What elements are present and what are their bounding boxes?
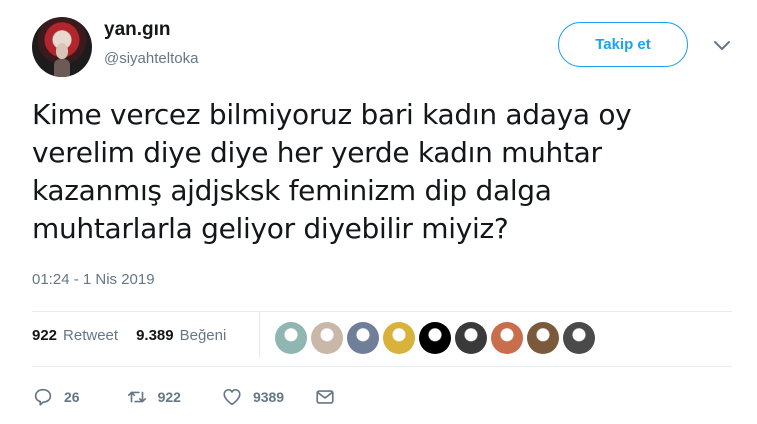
tweet-text: Kime vercez bilmiyoruz bari kadın adaya …: [32, 96, 722, 248]
like-label[interactable]: Beğeni: [180, 327, 227, 344]
action-bar: 26 922 9389: [32, 386, 336, 408]
retweet-icon: [127, 391, 146, 403]
tweet-line: kazanmış ajdjsksk feminizm dip dalga: [32, 174, 552, 207]
heart-icon: [223, 389, 241, 406]
liker-avatar[interactable]: [347, 322, 379, 354]
direct-message-button[interactable]: [314, 386, 336, 408]
tweet-line: Kime vercez bilmiyoruz bari kadın adaya …: [32, 98, 632, 131]
divider: [32, 366, 732, 367]
liker-avatar[interactable]: [311, 322, 343, 354]
user-handle[interactable]: @siyahteltoka: [104, 50, 198, 67]
liker-avatar[interactable]: [491, 322, 523, 354]
liker-avatar[interactable]: [563, 322, 595, 354]
like-button[interactable]: 9389: [221, 386, 284, 408]
liker-avatar[interactable]: [455, 322, 487, 354]
retweet-count[interactable]: 922: [32, 327, 57, 344]
like-action-count: 9389: [252, 389, 285, 405]
avatar-face: [56, 43, 68, 59]
divider: [32, 311, 732, 312]
tweet-line: muhtarlarla geliyor diyebilir miyiz?: [32, 212, 509, 245]
liker-avatar[interactable]: [527, 322, 559, 354]
avatar-neck: [54, 59, 70, 77]
stats-separator: [259, 312, 260, 358]
chevron-down-icon[interactable]: [712, 38, 732, 54]
avatar[interactable]: [32, 17, 92, 77]
retweet-label[interactable]: Retweet: [63, 327, 118, 344]
tweet-timestamp[interactable]: 01:24 - 1 Nis 2019: [32, 271, 155, 288]
liker-avatar[interactable]: [275, 322, 307, 354]
reply-count: 26: [64, 389, 80, 405]
engagement-stats: 922 Retweet 9.389 Beğeni: [32, 327, 226, 344]
display-name[interactable]: yan.gın: [104, 19, 171, 41]
envelope-icon: [316, 390, 334, 404]
follow-button[interactable]: Takip et: [558, 22, 688, 67]
reply-button[interactable]: 26: [32, 386, 80, 408]
like-count[interactable]: 9.389: [136, 327, 174, 344]
tweet-line: verelim diye diye her yerde kadın muhtar: [32, 136, 602, 169]
retweet-action-count: 922: [157, 389, 181, 405]
liker-avatars: [275, 322, 595, 354]
retweet-button[interactable]: 922: [126, 386, 181, 408]
liker-avatar[interactable]: [383, 322, 415, 354]
reply-icon: [34, 388, 52, 406]
liker-avatar[interactable]: [419, 322, 451, 354]
